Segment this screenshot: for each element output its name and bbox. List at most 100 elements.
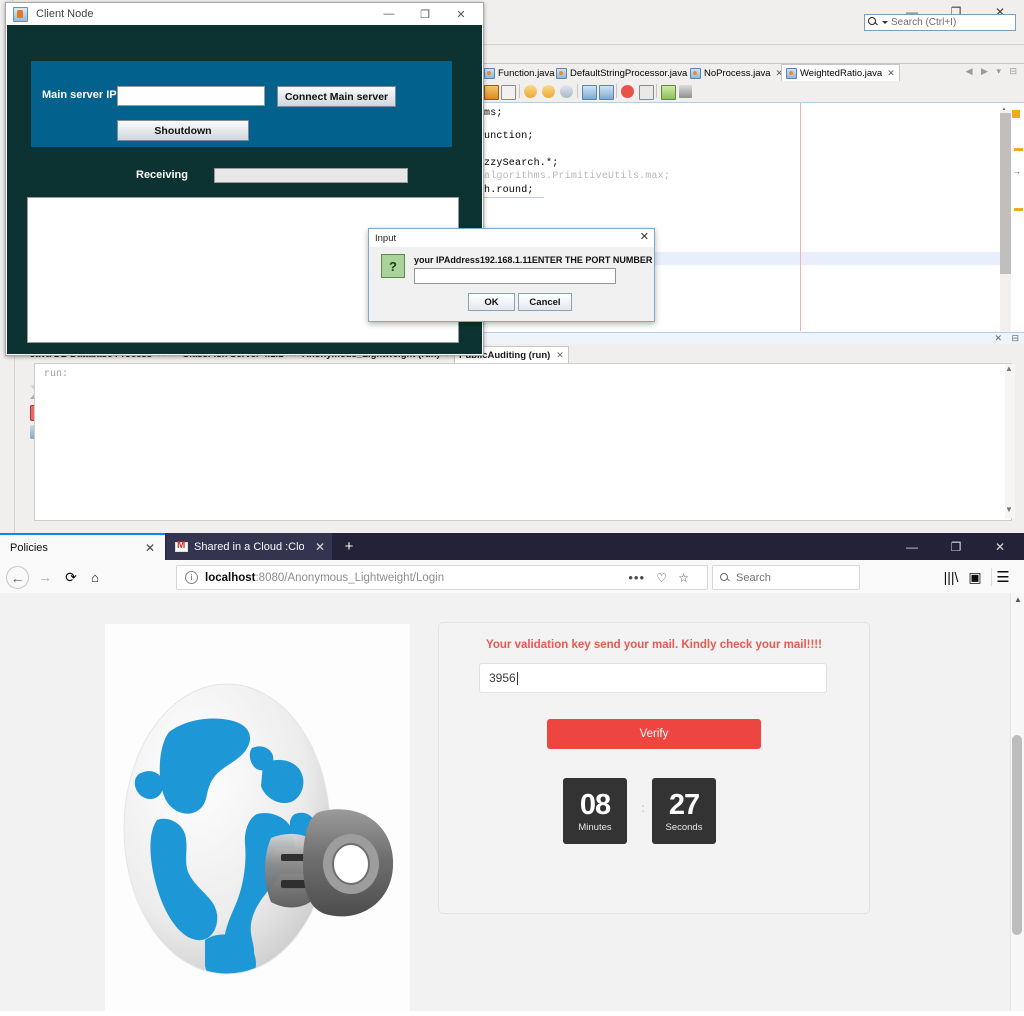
input-dialog-close-button[interactable]: ✕ (640, 230, 649, 243)
editor-tab-label: DefaultStringProcessor.java (570, 67, 688, 79)
main-server-ip-label: Main server IP (42, 89, 117, 101)
output-console[interactable] (34, 363, 1012, 521)
page-scroll-up-icon[interactable]: ▲ (1014, 595, 1022, 604)
client-node-maximize-button[interactable]: ❐ (407, 3, 443, 25)
validation-key-input[interactable]: 3956 (479, 663, 827, 693)
page-actions-icon[interactable]: ••• (628, 570, 645, 585)
browser-tab-close-icon[interactable]: ✕ (145, 541, 155, 555)
editor-close-icon[interactable]: ✕ (994, 333, 1002, 344)
editor-maximize-icon[interactable]: ⊟ (1011, 333, 1019, 344)
previous-bookmark-icon[interactable] (560, 85, 573, 98)
cancel-button[interactable]: Cancel (518, 293, 572, 311)
bookmark-star-icon[interactable]: ☆ (678, 571, 689, 585)
netbeans-left-dockbar (0, 344, 15, 533)
code-scrollbar-thumb[interactable] (1000, 113, 1011, 274)
inspect-icon[interactable] (661, 85, 676, 100)
address-bar-host: localhost (205, 571, 256, 584)
home-button-icon[interactable]: ⌂ (84, 566, 106, 588)
search-icon (720, 572, 730, 583)
validation-message: Your validation key send your mail. Kind… (486, 639, 822, 651)
editor-tab-label: Function.java (498, 67, 555, 79)
toggle-rect-selection-icon[interactable] (679, 85, 692, 98)
library-icon[interactable]: |||\ (940, 566, 962, 588)
output-console-text: run: (44, 369, 69, 380)
browser-search-placeholder: Search (736, 571, 771, 584)
toggle-bookmark-icon[interactable] (524, 85, 537, 98)
next-bookmark-icon[interactable] (542, 85, 555, 98)
receiving-label: Receiving (136, 169, 188, 181)
chevron-down-icon (882, 21, 888, 24)
netbeans-editor-toolbar (480, 81, 1024, 103)
countdown-seconds-box: 27 Seconds (652, 778, 716, 844)
client-node-minimize-button[interactable]: — (371, 3, 407, 25)
output-scroll-up-icon[interactable]: ▲ (1005, 364, 1013, 373)
editor-tab-weightedratio[interactable]: WeightedRatio.java ✕ (781, 64, 900, 82)
reload-button-icon[interactable]: ⟳ (60, 566, 82, 588)
output-tab-close-icon[interactable]: ✕ (556, 350, 564, 361)
error-stripe-status-icon (1012, 110, 1020, 118)
output-vertical-scrollbar[interactable] (1005, 364, 1015, 518)
java-app-icon (13, 6, 28, 22)
verify-button[interactable]: Verify (547, 719, 761, 749)
browser-tab-shared-in-a-cloud[interactable]: Shared in a Cloud :Cloud Sessi ✕ (166, 533, 332, 560)
hamburger-menu-icon[interactable]: ☰ (992, 566, 1014, 588)
java-file-icon (786, 67, 797, 79)
client-node-close-button[interactable]: ✕ (443, 3, 479, 25)
firefox-navigation-toolbar: ← → ⟳ ⌂ i localhost:8080/Anonymous_Light… (0, 560, 1024, 594)
output-gutter (14, 363, 46, 519)
back-button-icon[interactable]: ← (6, 566, 29, 589)
netbeans-toolbar-area (480, 45, 1024, 63)
forward-button-icon[interactable]: → (34, 566, 56, 588)
address-bar[interactable]: i localhost:8080/Anonymous_Lightweight/L… (176, 565, 708, 590)
java-file-icon (690, 67, 701, 79)
browser-search-input[interactable]: Search (712, 565, 860, 590)
save-all-icon[interactable] (501, 85, 516, 100)
receiving-progress-bar (214, 168, 408, 183)
browser-tab-close-icon[interactable]: ✕ (315, 540, 325, 554)
page-scrollbar-thumb[interactable] (1012, 735, 1022, 935)
search-icon (868, 17, 879, 28)
shift-right-icon[interactable] (599, 85, 614, 100)
save-icon[interactable] (484, 85, 499, 100)
stop-macro-icon[interactable] (639, 85, 654, 100)
editor-tab-close-icon[interactable]: ✕ (887, 68, 895, 79)
countdown-minutes-value: 08 (579, 788, 611, 821)
input-dialog-titlebar[interactable]: Input ✕ (369, 229, 654, 247)
error-stripe-mark[interactable] (1014, 208, 1023, 211)
connect-main-server-button[interactable]: Connect Main server (277, 86, 396, 107)
question-mark-icon: ? (381, 254, 405, 278)
output-scroll-down-icon[interactable]: ▼ (1005, 505, 1013, 514)
validation-key-value: 3956 (489, 671, 516, 685)
firefox-maximize-button[interactable]: ❐ (934, 533, 978, 560)
countdown-minutes-box: 08 Minutes (563, 778, 627, 844)
page-info-icon[interactable]: i (185, 571, 198, 584)
shutdown-button[interactable]: Shoutdown (117, 120, 249, 141)
browser-tab-policies[interactable]: Policies ✕ (0, 533, 165, 560)
java-file-icon (556, 67, 567, 79)
netbeans-search-input[interactable]: Search (Ctrl+I) (864, 14, 1016, 31)
editor-tab-noprocess[interactable]: NoProcess.java ✕ (686, 64, 787, 82)
new-tab-button[interactable]: + (340, 537, 358, 555)
editor-tab-defaultstringprocessor[interactable]: DefaultStringProcessor.java ✕ (552, 64, 704, 82)
client-node-title: Client Node (36, 8, 94, 20)
address-bar-path: :8080/Anonymous_Lightweight/Login (255, 571, 445, 584)
error-stripe-mark[interactable] (1014, 148, 1023, 151)
shift-left-icon[interactable] (582, 85, 597, 100)
error-stripe-caret-mark: → (1013, 167, 1021, 176)
globe-with-key-illustration (105, 624, 410, 1011)
record-macro-icon[interactable] (621, 85, 634, 98)
firefox-minimize-button[interactable]: — (890, 533, 934, 560)
input-dialog: Input ✕ ? your IPAddress192.168.1.11ENTE… (368, 228, 655, 322)
sidebar-icon[interactable]: ▣ (964, 566, 986, 588)
editor-tab-nav-controls[interactable]: ◀ ▶ ▾ ⊟ (966, 66, 1020, 77)
browser-tab-label: Shared in a Cloud :Cloud Sessi (194, 540, 304, 553)
pocket-icon[interactable]: ♡ (656, 571, 667, 585)
firefox-close-button[interactable]: ✕ (978, 533, 1022, 560)
globe-key-svg (105, 624, 410, 1011)
main-server-ip-input[interactable] (117, 86, 265, 106)
input-dialog-message: your IPAddress192.168.1.11ENTER THE PORT… (414, 255, 653, 265)
ok-button[interactable]: OK (468, 293, 515, 311)
port-number-input[interactable] (414, 268, 616, 284)
client-node-titlebar[interactable]: Client Node — ❐ ✕ (6, 3, 483, 25)
text-caret (516, 671, 518, 685)
